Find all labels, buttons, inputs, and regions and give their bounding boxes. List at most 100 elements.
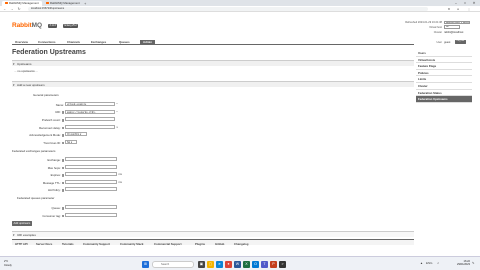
user-label: User <box>436 40 442 44</box>
help-icon[interactable]: ? <box>61 111 64 114</box>
max-hops-field[interactable] <box>65 164 117 169</box>
notifications-icon[interactable]: ✎ <box>472 261 475 265</box>
menu-exchanges[interactable]: Exchanges <box>88 40 109 46</box>
ack-mode-label: Acknowledgement Mode:? <box>29 133 64 138</box>
sidebar-item-limits[interactable]: Limits <box>416 76 472 83</box>
consumer-tag-field[interactable] <box>65 212 117 217</box>
sidebar-item-feature-flags[interactable]: Feature Flags <box>416 63 472 70</box>
general-parameters-title: General parameters <box>33 93 59 97</box>
max-hops-label: Max hops:? <box>47 165 64 170</box>
help-icon[interactable]: ? <box>61 166 64 169</box>
sidebar-item-federation-upstreams[interactable]: Federation Upstreams <box>416 96 472 103</box>
menu-admin[interactable]: Admin <box>140 39 155 45</box>
profile-icon[interactable]: ● <box>455 6 461 12</box>
chevron-down-icon: ▾ <box>70 140 73 144</box>
message-ttl-field[interactable] <box>65 179 117 184</box>
powerpoint-icon[interactable]: P <box>270 260 277 268</box>
queue-field[interactable] <box>65 205 117 210</box>
trust-user-select[interactable]: No ▾ <box>65 139 77 144</box>
task-view-icon[interactable]: ▣ <box>198 260 205 268</box>
menu-connections[interactable]: Connections <box>35 40 59 46</box>
ack-mode-select[interactable]: On confirm ▾ <box>65 132 87 137</box>
uri-field[interactable]: amqps://sugardo.ct91… <box>65 109 115 114</box>
expires-field[interactable] <box>65 172 117 177</box>
upstreams-section-header[interactable]: Upstreams <box>12 60 414 67</box>
prefetch-label: Prefetch count:? <box>41 118 64 123</box>
footer-link-http-api[interactable]: HTTP API <box>15 242 28 246</box>
ha-policy-field[interactable] <box>65 187 117 192</box>
volume-icon[interactable]: ♫ <box>437 261 439 265</box>
outlook-icon[interactable]: O <box>252 260 259 268</box>
uri-examples-section-header[interactable]: URI examples <box>12 231 414 238</box>
teams-icon[interactable]: T <box>261 260 268 268</box>
menu-channels[interactable]: Channels <box>64 40 83 46</box>
sidebar-item-virtual-hosts[interactable]: Virtual Hosts <box>416 57 472 64</box>
excel-icon[interactable]: X <box>243 260 250 268</box>
terminal-icon[interactable]: > <box>279 260 286 268</box>
add-upstream-button[interactable]: Add upstream <box>12 220 32 226</box>
browser-menu-icon[interactable]: ⋮ <box>466 6 472 12</box>
footer-link-github[interactable]: GitHub <box>215 242 224 246</box>
help-icon[interactable]: ? <box>61 181 64 184</box>
reload-icon[interactable]: ↻ <box>16 6 22 12</box>
url-field[interactable]: localhost:15672/#/upstreams <box>28 6 428 12</box>
footer-link-tutorials[interactable]: Tutorials <box>62 242 74 246</box>
footer-link-changelog[interactable]: Changelog <box>234 242 248 246</box>
chevron-down-icon: ▾ <box>79 133 82 136</box>
sidebar-item-users[interactable]: Users <box>416 50 472 57</box>
help-icon[interactable]: ? <box>61 207 64 210</box>
sidebar-item-policies[interactable]: Policies <box>416 70 472 77</box>
taskbar-search-box[interactable]: Search <box>152 260 194 268</box>
help-icon[interactable]: ? <box>61 126 64 129</box>
clock[interactable]: 16:22 29/01/2023 <box>446 260 470 266</box>
user-value: guest <box>444 40 451 44</box>
version-badge: 3.11.6 <box>48 24 58 28</box>
reconnect-delay-label: Reconnect delay:? <box>39 125 64 130</box>
menu-queues[interactable]: Queues <box>116 40 133 46</box>
footer-link-commercial-support[interactable]: Commercial Support <box>154 242 182 246</box>
exchange-field[interactable] <box>65 157 117 162</box>
windows-start-icon[interactable]: ⊞ <box>142 260 149 268</box>
chrome-browser-icon[interactable]: ● <box>225 260 232 268</box>
back-icon[interactable]: ← <box>2 6 8 12</box>
help-icon[interactable]: ? <box>61 189 64 192</box>
forward-icon[interactable]: → <box>9 6 15 12</box>
prefetch-count-field[interactable] <box>65 117 115 122</box>
network-icon[interactable]: ▲ <box>420 261 423 265</box>
expires-unit: ms <box>118 173 122 176</box>
sidebar-item-federation-status[interactable]: Federation Status <box>416 90 472 97</box>
help-icon[interactable]: ? <box>61 174 64 177</box>
sidebar-item-cluster[interactable]: Cluster <box>416 83 472 90</box>
extensions-icon[interactable]: ★ <box>446 6 452 12</box>
help-icon[interactable]: ? <box>61 141 64 144</box>
language-indicator[interactable]: ENG <box>426 261 433 265</box>
footer-link-community-slack[interactable]: Community Slack <box>120 242 143 246</box>
add-upstream-section-header[interactable]: Add a new upstream <box>12 81 414 88</box>
trust-user-label: Trust User-ID:? <box>43 140 64 145</box>
refreshed-text: Refreshed 2023-01-29 16:21:38 <box>405 20 442 24</box>
menu-overview[interactable]: Overview <box>12 40 31 46</box>
help-icon[interactable]: ? <box>61 119 64 122</box>
reconnect-delay-field[interactable] <box>65 124 115 129</box>
footer: HTTP API Server Docs Tutorials Community… <box>12 239 414 246</box>
help-icon[interactable]: ? <box>61 214 64 217</box>
refresh-interval-select[interactable]: Refresh every 5 seconds <box>444 20 470 24</box>
footer-link-community-support[interactable]: Community Support <box>83 242 110 246</box>
uri-label: URI:? <box>55 110 64 115</box>
logout-button[interactable]: Log out <box>455 40 466 44</box>
help-icon[interactable]: ? <box>61 134 64 137</box>
weather-widget[interactable]: 2°C Cloudy <box>4 260 12 267</box>
cluster-label: Cluster <box>433 30 442 34</box>
virtual-host-select[interactable]: All <box>444 25 460 29</box>
message-ttl-label: Message TTL:? <box>42 180 64 185</box>
federated-exchanges-title: Federated exchanges parameters <box>12 149 56 153</box>
rabbitmq-logo: RabbitMQ <box>12 22 42 29</box>
help-icon[interactable]: ? <box>61 159 64 162</box>
file-explorer-icon[interactable]: ▢ <box>207 260 214 268</box>
footer-link-server-docs[interactable]: Server Docs <box>36 242 52 246</box>
footer-link-plugins[interactable]: Plugins <box>195 242 205 246</box>
edge-browser-icon[interactable]: e <box>216 260 223 268</box>
word-icon[interactable]: W <box>234 260 241 268</box>
page-title: Federation Upstreams <box>12 49 86 56</box>
name-field[interactable]: eCloud-example <box>65 102 115 107</box>
